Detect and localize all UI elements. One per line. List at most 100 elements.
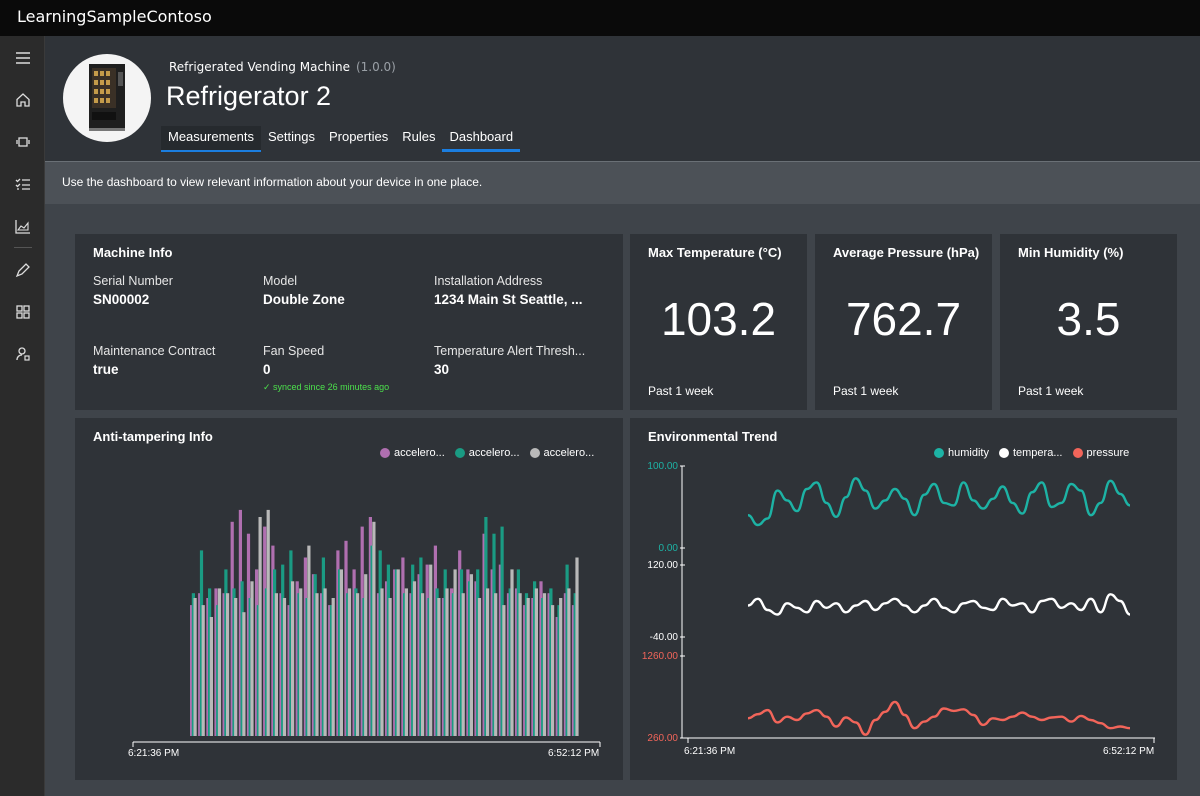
fan-speed-label: Fan Speed (263, 344, 325, 358)
legend-item-accelerometer-2[interactable]: accelero... (454, 447, 520, 459)
legend-label: tempera... (1012, 447, 1063, 459)
device-header: Refrigerated Vending Machine (1.0.0) Refr… (45, 36, 1200, 161)
anti-tampering-chart: 6:21:36 PM 6:52:12 PM (128, 509, 601, 759)
user-settings-icon[interactable] (13, 344, 33, 364)
kpi-min-humidity[interactable]: Min Humidity (%) 3.5 Past 1 week (1000, 234, 1177, 410)
bar (518, 593, 522, 736)
kpi-average-pressure[interactable]: Average Pressure (hPa) 762.7 Past 1 week (815, 234, 992, 410)
legend-dot (934, 448, 944, 458)
bar (412, 581, 417, 736)
bar (461, 593, 465, 736)
sidebar (0, 36, 45, 796)
x-tick-label: 6:21:36 PM (684, 746, 735, 757)
bar (469, 574, 473, 736)
bar (502, 605, 506, 736)
legend-label: accelero... (543, 447, 595, 459)
environmental-trend-title: Environmental Trend (648, 429, 778, 444)
y-tick-label: 100.00 (647, 461, 678, 472)
bar (486, 588, 490, 736)
installation-address-value: 1234 Main St Seattle, ... (434, 292, 583, 307)
bar (299, 588, 303, 736)
y-tick-label: 0.00 (659, 543, 679, 554)
kpi-max-temperature-value: 103.2 (660, 293, 777, 345)
description-text: Use the dashboard to view relevant infor… (62, 175, 483, 189)
temperature-alert-label: Temperature Alert Thresh... (434, 344, 586, 358)
bar (396, 569, 400, 736)
bar (323, 588, 327, 736)
y-tick-label: -40.00 (650, 632, 679, 643)
legend-item-accelerometer-1[interactable]: accelero... (380, 447, 445, 459)
rules-icon[interactable] (13, 174, 33, 194)
bar (234, 598, 238, 736)
tab-settings[interactable]: Settings (261, 126, 322, 152)
tab-rules[interactable]: Rules (395, 126, 442, 152)
sidebar-divider (14, 247, 32, 248)
bar (347, 588, 352, 736)
bar (534, 588, 538, 736)
bar (477, 598, 482, 736)
tab-dashboard[interactable]: Dashboard (442, 126, 520, 152)
devices-icon[interactable] (13, 132, 33, 152)
menu-icon[interactable] (13, 48, 33, 68)
kpi-average-pressure-period: Past 1 week (833, 384, 899, 398)
legend-dot (529, 448, 540, 458)
legend-dot (998, 448, 1009, 458)
kpi-average-pressure-value: 762.7 (845, 293, 962, 345)
machine-info-title: Machine Info (93, 245, 173, 260)
series-line (747, 700, 1131, 736)
x-tick-label: 6:52:12 PM (1103, 746, 1154, 757)
fan-speed-value: 0 (263, 362, 271, 377)
edit-icon[interactable] (13, 260, 33, 280)
analytics-icon[interactable] (13, 216, 33, 236)
legend-label: humidity (948, 447, 989, 459)
app-title[interactable]: LearningSampleContoso (17, 7, 212, 26)
bar (274, 593, 278, 736)
bar (331, 598, 335, 736)
legend-dot (454, 448, 465, 458)
bar (380, 588, 384, 736)
model-value: Double Zone (263, 292, 345, 307)
kpi-min-humidity-title: Min Humidity (%) (1018, 245, 1124, 260)
home-icon[interactable] (13, 90, 33, 110)
x-tick-label: 6:52:12 PM (548, 748, 599, 759)
legend-item-humidity[interactable]: humidity (934, 447, 989, 459)
bar (526, 598, 530, 736)
legend-item-accelerometer-3[interactable]: accelero... (529, 447, 595, 459)
y-tick-label: 1260.00 (642, 651, 679, 662)
bar (567, 588, 571, 736)
bar (226, 593, 230, 736)
machine-info-card[interactable]: Machine Info Serial Number SN00002 Model… (75, 234, 623, 410)
legend-item-temperature[interactable]: tempera... (998, 447, 1063, 459)
tab-measurements[interactable]: Measurements (161, 126, 261, 152)
bar (542, 593, 547, 736)
series-line (747, 477, 1131, 527)
series-line (747, 593, 1131, 616)
device-version: (1.0.0) (355, 60, 396, 74)
legend-item-pressure[interactable]: pressure (1072, 447, 1129, 459)
bar (291, 581, 295, 736)
device-image (63, 54, 151, 142)
serial-number-label: Serial Number (93, 274, 173, 288)
environmental-trend-card[interactable]: 100.00 0.00 120.00 -40.00 1260.00 260.00 6:21:… (630, 418, 1177, 780)
kpi-max-temperature-period: Past 1 week (648, 384, 714, 398)
environmental-trend-legend: humidity tempera... pressure (934, 447, 1129, 459)
device-template-name: Refrigerated Vending Machine (169, 60, 350, 74)
device-name: Refrigerator 2 (166, 81, 332, 111)
bar (437, 598, 441, 736)
anti-tampering-legend: accelero... accelero... accelero... (380, 447, 594, 459)
bar (266, 509, 270, 736)
bar (429, 564, 433, 736)
bar (551, 605, 555, 736)
anti-tampering-card[interactable]: 6:21:36 PM 6:52:12 PM Anti-tampering Info… (75, 418, 623, 780)
tab-properties[interactable]: Properties (322, 126, 395, 152)
bar (575, 557, 579, 736)
bar (421, 593, 425, 736)
bar (559, 598, 563, 736)
bar (494, 593, 498, 736)
model-label: Model (263, 274, 298, 288)
dashboard-canvas: Machine Info Serial Number SN00002 Model… (45, 204, 1200, 796)
apps-icon[interactable] (13, 302, 33, 322)
device-template: Refrigerated Vending Machine (1.0.0) (169, 60, 396, 74)
legend-label: accelero... (468, 447, 520, 459)
kpi-max-temperature[interactable]: Max Temperature (°C) 103.2 Past 1 week (630, 234, 807, 410)
